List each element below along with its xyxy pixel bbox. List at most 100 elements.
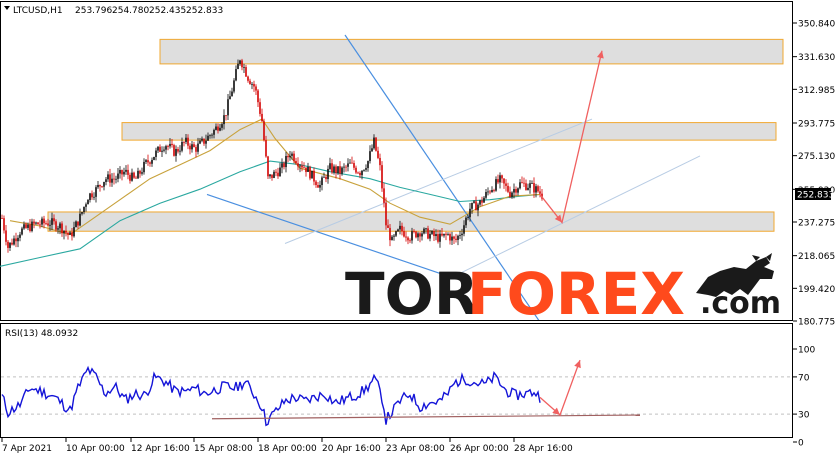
candle-body xyxy=(247,76,249,81)
price-tick-label: 275.130 xyxy=(798,152,835,162)
candle-body xyxy=(69,232,71,235)
candle-body xyxy=(47,223,49,226)
candle-body xyxy=(383,188,385,203)
candle-body xyxy=(133,172,135,178)
candle-body xyxy=(187,137,189,146)
candle-body xyxy=(521,182,523,184)
candle-body xyxy=(141,172,143,174)
candle-body xyxy=(283,163,285,168)
candle-body xyxy=(277,172,279,177)
candle-body xyxy=(169,143,171,147)
price-tick-label: 293.775 xyxy=(798,119,835,129)
price-tick-label: 237.275 xyxy=(798,218,835,228)
candle-body xyxy=(281,163,283,168)
candle-body xyxy=(407,237,409,241)
candle-body xyxy=(393,235,395,237)
candle-body xyxy=(225,115,227,116)
candle-body xyxy=(387,225,389,228)
candle-body xyxy=(481,200,483,203)
candle-body xyxy=(295,161,297,164)
candle-body xyxy=(511,192,513,197)
time-tick-label: 10 Apr 00:00 xyxy=(66,444,125,454)
candle-body xyxy=(129,174,131,181)
candle-body xyxy=(49,224,51,226)
candle-body xyxy=(103,181,105,187)
candle-body xyxy=(117,173,119,179)
candle-body xyxy=(45,223,47,225)
candle-body xyxy=(447,234,449,235)
candle-body xyxy=(1,218,3,219)
rsi-panel-frame xyxy=(0,323,793,438)
candle-body xyxy=(503,178,505,184)
candle-body xyxy=(475,201,477,211)
candle-body xyxy=(517,188,519,193)
candle-body xyxy=(471,202,473,209)
candle-body xyxy=(237,63,239,70)
candle-body xyxy=(443,233,445,236)
candle-body xyxy=(81,212,83,214)
candle-body xyxy=(43,218,45,224)
candle-body xyxy=(467,217,469,218)
candle-body xyxy=(357,172,359,174)
candle-body xyxy=(89,193,91,201)
candle-body xyxy=(203,138,205,144)
rsi-tick-label: 30 xyxy=(798,411,810,421)
candle-body xyxy=(433,231,435,237)
candle-body xyxy=(265,140,267,157)
candle-body xyxy=(401,225,403,232)
candle-body xyxy=(93,196,95,198)
candle-body xyxy=(163,149,165,151)
candle-body xyxy=(15,238,17,242)
candle-body xyxy=(313,170,315,182)
candle-body xyxy=(19,234,21,238)
rsi-tick-label: 0 xyxy=(798,439,804,449)
candle-body xyxy=(425,228,427,230)
candle-body xyxy=(115,178,117,180)
candle-body xyxy=(331,163,333,173)
logo-forex: FOREX xyxy=(467,260,685,328)
candle-body xyxy=(73,227,75,237)
candle-body xyxy=(59,223,61,229)
candle-body xyxy=(315,181,317,186)
candle-body xyxy=(363,169,365,171)
candle-body xyxy=(125,169,127,172)
candle-body xyxy=(87,200,89,205)
candle-body xyxy=(227,99,229,116)
candle-body xyxy=(257,90,259,103)
candle-body xyxy=(509,191,511,197)
candle-body xyxy=(77,221,79,226)
candle-body xyxy=(101,186,103,188)
candle-body xyxy=(13,238,15,245)
candle-body xyxy=(109,174,111,183)
candle-body xyxy=(413,231,415,233)
candle-body xyxy=(121,170,123,175)
ohlc-open: 253.796 xyxy=(75,6,112,16)
candle-body xyxy=(299,165,301,167)
candle-body xyxy=(177,148,179,152)
candle-body xyxy=(207,135,209,141)
candle-body xyxy=(79,213,81,226)
candle-body xyxy=(525,183,527,190)
candle-body xyxy=(513,189,515,193)
candle-body xyxy=(379,157,381,166)
candle-body xyxy=(355,167,357,173)
candle-body xyxy=(373,137,375,149)
candle-body xyxy=(7,241,9,248)
candle-body xyxy=(215,126,217,130)
current-price-label: 252.833 xyxy=(797,191,834,201)
candle-body xyxy=(493,189,495,191)
candle-body xyxy=(535,186,537,193)
ohlc-close: 252.833 xyxy=(186,6,223,16)
candle-body xyxy=(461,233,463,236)
candle-body xyxy=(273,171,275,178)
candle-body xyxy=(365,168,367,170)
rsi-tick-label: 70 xyxy=(798,373,810,383)
candle-body xyxy=(371,148,373,152)
candle-body xyxy=(243,67,245,68)
candle-body xyxy=(5,230,7,242)
candle-body xyxy=(245,67,247,77)
candle-body xyxy=(339,166,341,174)
candle-body xyxy=(429,233,431,239)
candle-body xyxy=(303,167,305,169)
logo-tor: TOR xyxy=(345,260,479,328)
